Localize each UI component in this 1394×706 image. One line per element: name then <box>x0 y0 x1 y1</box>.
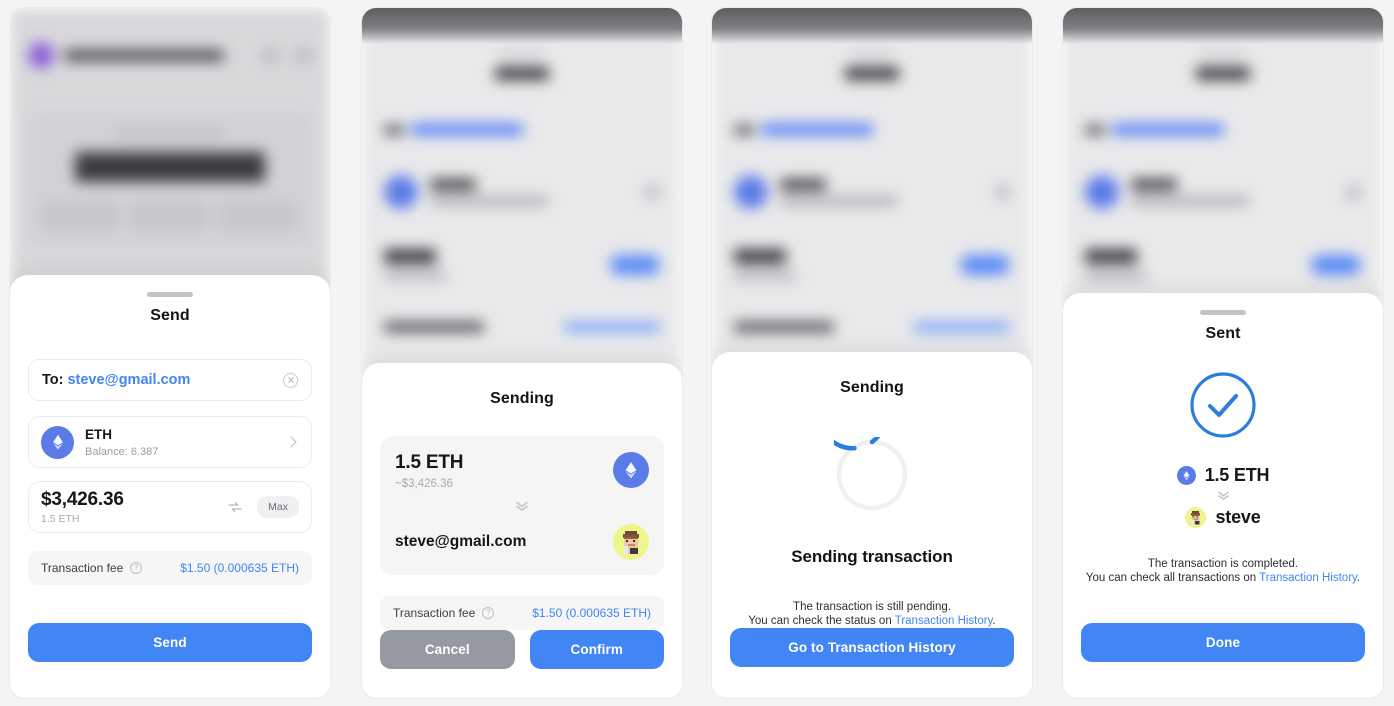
status-note-suffix: . <box>1356 571 1361 584</box>
balance-label-placeholder <box>116 130 224 138</box>
send-button[interactable]: Send <box>28 623 312 662</box>
phone-panel-sending-confirm: Sending 1.5 ETH ~$3,426.36 steve@gmail.c… <box>362 8 682 698</box>
summary-recipient: steve@gmail.com <box>395 533 527 550</box>
top-dim-overlay <box>712 8 1032 44</box>
status-note-line1: The transaction is completed. <box>1147 558 1299 570</box>
fee-label: Transaction fee <box>393 606 476 620</box>
token-selector-row[interactable]: ETH Balance: 6.387 <box>28 416 312 468</box>
top-dim-overlay <box>1063 8 1383 44</box>
sheet-drag-handle[interactable] <box>1200 310 1246 315</box>
scan-icon <box>262 48 279 62</box>
question-mark-circle-icon[interactable]: ? <box>482 607 495 619</box>
check-circle-icon <box>1189 371 1257 439</box>
fee-value: $1.50 (0.000635 ETH) <box>180 561 299 575</box>
amount-input-row[interactable]: $3,426.36 1.5 ETH Max <box>28 481 312 533</box>
question-mark-circle-icon[interactable]: ? <box>130 562 143 574</box>
user-avatar <box>613 524 649 560</box>
action-swap-placeholder <box>218 202 298 230</box>
phone-panel-sending-progress: Sending Sending transaction The transact… <box>712 8 1032 698</box>
user-avatar <box>1185 507 1207 528</box>
recipient-label: To: <box>42 372 64 388</box>
wallet-action-buttons <box>42 202 298 230</box>
status-note-suffix: . <box>992 614 996 627</box>
menu-icon <box>295 48 312 62</box>
wallet-balance-card <box>28 112 312 246</box>
go-to-transaction-history-button[interactable]: Go to Transaction History <box>730 628 1014 668</box>
transfer-summary-card: 1.5 ETH ~$3,426.36 steve@gmail.com <box>380 436 664 575</box>
summary-amount: 1.5 ETH <box>395 452 464 473</box>
sent-sheet: Sent 1.5 ETH steve The transaction is co… <box>1063 293 1383 698</box>
sheet-title: Sent <box>1205 325 1241 342</box>
token-symbol: ETH <box>85 427 112 442</box>
recipient-field[interactable]: To: steve@gmail.com <box>28 359 312 401</box>
swap-currency-icon[interactable] <box>227 499 243 515</box>
ethereum-icon <box>41 425 74 459</box>
screenshot-stage: Send To: steve@gmail.com ETH Balance: 6.… <box>0 0 1394 706</box>
wallet-name-placeholder <box>64 49 224 61</box>
action-send-placeholder <box>42 202 122 230</box>
sent-summary: 1.5 ETH steve <box>1176 465 1270 528</box>
chevron-right-icon <box>285 436 297 448</box>
double-chevron-down-icon <box>395 499 649 517</box>
amount-fiat-value: $3,426.36 <box>41 489 124 510</box>
wallet-header <box>28 42 312 68</box>
status-note: The transaction is completed. You can ch… <box>1086 558 1360 585</box>
ethereum-icon <box>613 452 649 488</box>
sheet-title: Sending <box>490 390 554 407</box>
fee-value: $1.50 (0.000635 ETH) <box>532 606 651 620</box>
status-note-prefix: You can check all transactions on <box>1085 571 1260 584</box>
token-balance: Balance: 6.387 <box>85 446 159 458</box>
max-button[interactable]: Max <box>257 496 299 518</box>
status-heading: Sending transaction <box>791 547 953 566</box>
fee-label: Transaction fee <box>41 561 124 575</box>
phone-panel-sent: Sent 1.5 ETH steve The transaction is co… <box>1063 8 1383 698</box>
wallet-header-icons <box>262 48 312 62</box>
balance-amount-placeholder <box>75 152 265 182</box>
sheet-drag-handle[interactable] <box>147 292 193 297</box>
phone-panel-send: Send To: steve@gmail.com ETH Balance: 6.… <box>10 8 330 698</box>
ethereum-icon <box>1176 466 1196 485</box>
transaction-history-link[interactable]: Transaction History <box>1259 572 1357 584</box>
summary-fiat: ~$3,426.36 <box>395 478 453 490</box>
action-receive-placeholder <box>130 202 210 230</box>
sheet-title: Send <box>150 307 190 324</box>
status-note: The transaction is still pending. You ca… <box>748 601 995 628</box>
sending-progress-sheet: Sending Sending transaction The transact… <box>712 352 1032 698</box>
amount-crypto-value: 1.5 ETH <box>41 513 80 525</box>
done-button[interactable]: Done <box>1081 623 1365 662</box>
recipient-value: steve@gmail.com <box>67 372 191 388</box>
loading-spinner-icon <box>817 380 910 513</box>
sending-sheet: Sending 1.5 ETH ~$3,426.36 steve@gmail.c… <box>362 363 682 698</box>
top-dim-overlay <box>362 8 682 44</box>
sent-recipient: steve <box>1215 507 1261 527</box>
status-note-prefix: You can check the status on <box>748 614 895 627</box>
clear-circle-icon[interactable] <box>283 372 298 388</box>
status-note-line1: The transaction is still pending. <box>793 601 951 613</box>
sheet-title: Sending <box>840 379 904 396</box>
send-sheet: Send To: steve@gmail.com ETH Balance: 6.… <box>10 275 330 698</box>
transaction-history-link[interactable]: Transaction History <box>895 615 993 627</box>
double-chevron-down-icon <box>1177 490 1270 504</box>
cancel-button[interactable]: Cancel <box>380 630 515 669</box>
sent-amount: 1.5 ETH <box>1204 465 1270 485</box>
transaction-fee-row: Transaction fee ? $1.50 (0.000635 ETH) <box>380 596 664 630</box>
transaction-fee-row: Transaction fee ? $1.50 (0.000635 ETH) <box>28 551 312 585</box>
confirm-button[interactable]: Confirm <box>529 630 664 669</box>
wallet-avatar-icon <box>28 42 54 68</box>
